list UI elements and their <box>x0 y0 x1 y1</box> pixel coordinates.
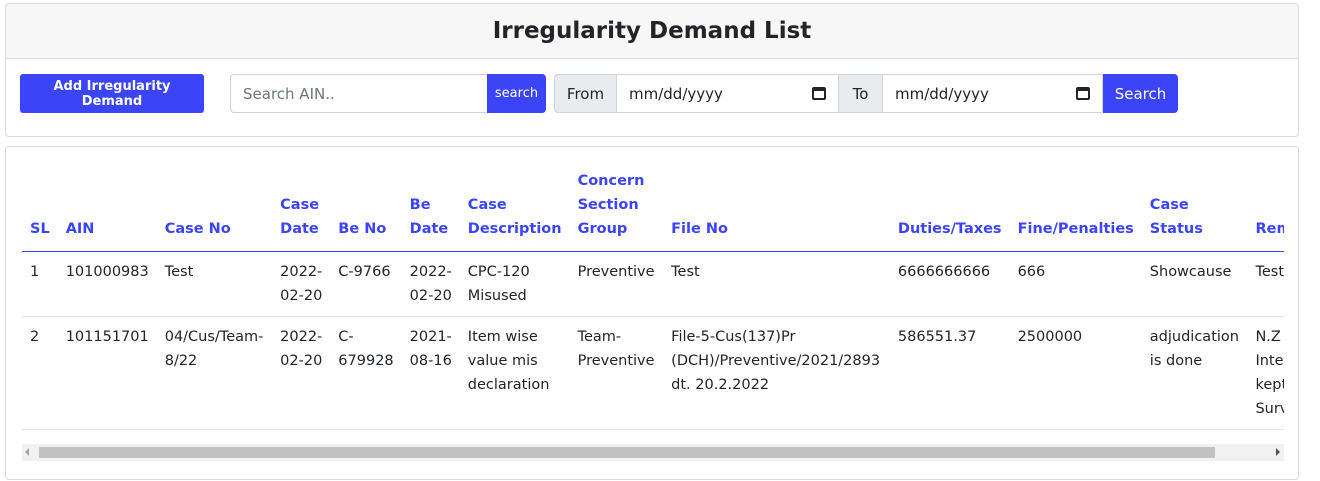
table-cell: Item wise value mis declaration <box>459 316 570 430</box>
column-header[interactable]: Case Status <box>1141 169 1248 252</box>
page-title: Irregularity Demand List <box>492 18 812 44</box>
table-scroll-area[interactable]: SL AIN Case No Case Date Be No Be Date C… <box>22 169 1284 435</box>
table-cell: Team-Preventive <box>569 316 664 430</box>
irregularity-demand-table: SL AIN Case No Case Date Be No Be Date C… <box>22 169 1284 430</box>
table-cell: 666 <box>1009 251 1142 317</box>
to-label: To <box>839 74 882 113</box>
table-cell: 04/Cus/Team-8/22 <box>156 316 273 430</box>
table-row[interactable]: 2 101151701 04/Cus/Team-8/22 2022-02-20 … <box>22 316 1284 430</box>
column-header[interactable]: Case Date <box>272 169 331 252</box>
column-header[interactable]: AIN <box>57 169 157 252</box>
column-header[interactable]: Be Date <box>401 169 460 252</box>
table-cell: 2 <box>22 316 58 430</box>
table-cell: 586551.37 <box>889 316 1010 430</box>
table-cell: adjudication is done <box>1141 316 1248 430</box>
from-label: From <box>554 74 617 113</box>
table-cell: N.Z Interna kept ir Surveil <box>1247 316 1284 430</box>
table-cell: 101000983 <box>57 251 157 317</box>
table-card: SL AIN Case No Case Date Be No Be Date C… <box>5 146 1299 480</box>
table-cell: 2021-08-16 <box>401 316 460 430</box>
scroll-left-arrow-icon[interactable] <box>25 448 29 456</box>
table-cell: 1 <box>22 251 58 317</box>
column-header[interactable]: Duties/Taxes <box>889 169 1010 252</box>
from-date-value: mm/dd/yyyy <box>629 84 723 103</box>
date-range-group: From mm/dd/yyyy To mm/dd/yyyy Search <box>554 74 1178 113</box>
table-cell: Test <box>663 251 890 317</box>
table-cell: 2022-02-20 <box>272 316 331 430</box>
ain-search-group: search <box>230 74 546 113</box>
table-cell: Test <box>1247 251 1284 317</box>
table-cell: 2022-02-20 <box>401 251 460 317</box>
table-cell: C-9766 <box>330 251 402 317</box>
table-cell: CPC-120 Misused <box>459 251 570 317</box>
column-header[interactable]: Case Description <box>459 169 570 252</box>
column-header[interactable]: SL <box>22 169 58 252</box>
table-cell: 2022-02-20 <box>272 251 331 317</box>
filter-card: Irregularity Demand List <box>5 3 1299 137</box>
from-date-input[interactable]: mm/dd/yyyy <box>617 74 839 113</box>
column-header[interactable]: Concern Section Group <box>569 169 664 252</box>
to-date-value: mm/dd/yyyy <box>895 84 989 103</box>
table-header-row: SL AIN Case No Case Date Be No Be Date C… <box>22 169 1284 252</box>
table-cell: C-679928 <box>330 316 402 430</box>
table-cell: 6666666666 <box>889 251 1010 317</box>
table-cell: 2500000 <box>1009 316 1142 430</box>
ain-search-button[interactable]: search <box>487 74 546 113</box>
table-cell: Showcause <box>1141 251 1248 317</box>
card-header: Irregularity Demand List <box>6 4 1298 59</box>
add-irregularity-demand-button[interactable]: Add Irregularity Demand <box>20 74 204 113</box>
scrollbar-thumb[interactable] <box>39 447 1215 458</box>
to-date-input[interactable]: mm/dd/yyyy <box>882 74 1103 113</box>
table-row[interactable]: 1 101000983 Test 2022-02-20 C-9766 2022-… <box>22 251 1284 317</box>
calendar-icon[interactable] <box>812 87 826 100</box>
table-cell: 101151701 <box>57 316 157 430</box>
column-header[interactable]: File No <box>663 169 890 252</box>
table-cell: Test <box>156 251 273 317</box>
table-cell: Preventive <box>569 251 664 317</box>
scroll-right-arrow-icon[interactable] <box>1276 448 1280 456</box>
column-header[interactable]: Be No <box>330 169 402 252</box>
column-header[interactable]: Fine/Penalties <box>1009 169 1142 252</box>
horizontal-scrollbar[interactable] <box>22 444 1284 461</box>
table-cell: File-5-Cus(137)Pr (DCH)/Preventive/2021/… <box>663 316 890 430</box>
column-header[interactable]: Remar <box>1247 169 1284 252</box>
ain-search-input[interactable] <box>230 74 487 113</box>
toolbar: Add Irregularity Demand search From mm/d… <box>20 74 1290 113</box>
calendar-icon[interactable] <box>1076 87 1090 100</box>
column-header[interactable]: Case No <box>156 169 273 252</box>
date-search-button[interactable]: Search <box>1103 74 1178 113</box>
